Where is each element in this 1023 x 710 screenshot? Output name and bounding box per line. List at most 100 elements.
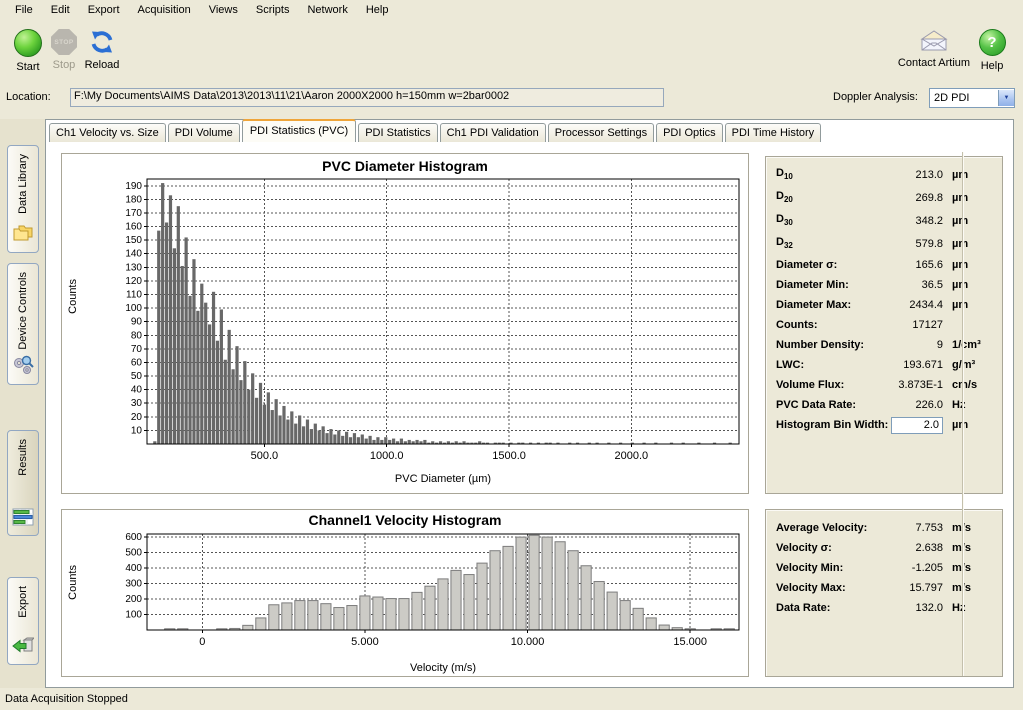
stat-unit: µm — [952, 419, 992, 431]
svg-text:300: 300 — [125, 579, 142, 590]
menu-item-edit[interactable]: Edit — [42, 2, 79, 18]
svg-text:150: 150 — [125, 235, 142, 246]
bar-chart-icon — [12, 508, 34, 529]
stat-unit: m/s — [952, 562, 992, 574]
tab-ch1-velocity-vs-size[interactable]: Ch1 Velocity vs. Size — [49, 123, 166, 142]
contact-artium-button[interactable]: Contact Artium — [893, 29, 975, 69]
stat-value: 2434.4 — [877, 299, 943, 311]
stat-unit: 1/cm³ — [952, 339, 992, 351]
svg-text:50: 50 — [131, 371, 143, 382]
sidebar-item-export[interactable]: Export — [7, 577, 39, 665]
stat-row: Volume Flux:3.873E-1cm/s — [766, 375, 1002, 395]
svg-text:160: 160 — [125, 222, 142, 233]
pvc-statistics-panel: D10213.0µmD20269.8µmD30348.2µmD32579.8µm… — [765, 156, 1003, 494]
stat-unit: µm — [952, 299, 992, 311]
tab-content-area: Ch1 Velocity vs. SizePDI VolumePDI Stati… — [45, 119, 1014, 688]
stat-row: Velocity Min:-1.205m/s — [766, 558, 1002, 578]
folders-icon — [12, 223, 34, 246]
menu-item-network[interactable]: Network — [298, 2, 356, 18]
stat-row: Average Velocity:7.753m/s — [766, 518, 1002, 538]
stat-label: Number Density: — [776, 339, 864, 351]
tab-pdi-statistics-pvc-[interactable]: PDI Statistics (PVC) — [242, 119, 356, 142]
sidebar-item-label: Results — [17, 439, 29, 476]
stat-unit: µm — [952, 238, 992, 250]
stat-unit: µm — [952, 169, 992, 181]
stat-value: 165.6 — [877, 259, 943, 271]
help-icon: ? — [979, 29, 1006, 56]
tab-processor-settings[interactable]: Processor Settings — [548, 123, 654, 142]
svg-text:180: 180 — [125, 194, 142, 205]
stat-label: Diameter Max: — [776, 299, 851, 311]
menu-item-views[interactable]: Views — [200, 2, 247, 18]
menu-item-file[interactable]: File — [6, 2, 42, 18]
stat-unit: µm — [952, 192, 992, 204]
menu-item-scripts[interactable]: Scripts — [247, 2, 299, 18]
svg-text:1500.0: 1500.0 — [492, 450, 526, 462]
x-axis-label: Velocity (m/s) — [147, 662, 739, 674]
help-button[interactable]: ? Help — [972, 29, 1012, 72]
stat-value: 9 — [877, 339, 943, 351]
stat-value: 132.0 — [877, 602, 943, 614]
stat-label: Velocity Min: — [776, 562, 843, 574]
chevron-down-icon[interactable]: ▼ — [998, 90, 1014, 106]
stat-row: D32579.8µm — [766, 232, 1002, 255]
sidebar-item-label: Export — [17, 586, 29, 618]
sidebar-item-device-controls[interactable]: Device Controls — [7, 263, 39, 385]
sidebar-item-label: Data Library — [17, 154, 29, 214]
svg-text:15.000: 15.000 — [673, 636, 707, 648]
svg-text:190: 190 — [125, 181, 142, 192]
start-button[interactable]: Start — [6, 29, 50, 73]
stat-row: Number Density: 9 1/cm³ — [766, 335, 1002, 355]
stat-unit: µm — [952, 259, 992, 271]
stat-unit: m/s — [952, 542, 992, 554]
envelope-icon — [919, 29, 949, 53]
stat-value: 193.671 — [877, 359, 943, 371]
panel-separator — [962, 152, 964, 676]
chart-title: Channel1 Velocity Histogram — [62, 512, 748, 528]
histogram-bin-width-input[interactable] — [891, 417, 943, 434]
velocity-histogram-plot: 10020030040050060005.00010.00015.000 — [62, 510, 748, 674]
stat-unit: Hz — [952, 399, 992, 411]
pvc-diameter-chart-panel: PVC Diameter Histogram Counts 1020304050… — [61, 153, 749, 494]
tab-pdi-time-history[interactable]: PDI Time History — [725, 123, 822, 142]
tab-pdi-optics[interactable]: PDI Optics — [656, 123, 723, 142]
stat-row: Velocity Max:15.797m/s — [766, 578, 1002, 598]
tab-pdi-statistics[interactable]: PDI Statistics — [358, 123, 437, 142]
stat-value: 15.797 — [877, 582, 943, 594]
stat-label: Volume Flux: — [776, 379, 844, 391]
status-text: Data Acquisition Stopped — [5, 693, 128, 705]
stat-label: Diameter σ: — [776, 259, 837, 271]
svg-text:140: 140 — [125, 249, 142, 260]
reload-button-label: Reload — [85, 59, 120, 71]
reload-icon — [89, 29, 115, 55]
stat-value: 17127 — [877, 319, 943, 331]
stat-row: PVC Data Rate:226.0Hz — [766, 395, 1002, 415]
menu-item-acquisition[interactable]: Acquisition — [129, 2, 200, 18]
y-axis-label: Counts — [67, 279, 79, 314]
sidebar-item-results[interactable]: Results — [7, 430, 39, 536]
stop-button[interactable]: STOP Stop — [45, 29, 83, 71]
stat-row: LWC:193.671g/m³ — [766, 355, 1002, 375]
start-button-label: Start — [16, 61, 39, 73]
menu-item-export[interactable]: Export — [79, 2, 129, 18]
doppler-analysis-select[interactable]: 2D PDI ▼ — [929, 88, 1015, 108]
stat-unit: m/s — [952, 522, 992, 534]
svg-text:100: 100 — [125, 610, 142, 621]
stat-row: Data Rate:132.0Hz — [766, 598, 1002, 618]
svg-text:60: 60 — [131, 357, 143, 368]
reload-button[interactable]: Reload — [79, 29, 125, 71]
menu-item-help[interactable]: Help — [357, 2, 398, 18]
location-row: Location: F:\My Documents\AIMS Data\2013… — [0, 84, 1023, 110]
sidebar-item-data-library[interactable]: Data Library — [7, 145, 39, 253]
stat-value: 348.2 — [877, 215, 943, 227]
menu-bar: FileEditExportAcquisitionViewsScriptsNet… — [0, 0, 1023, 19]
stat-value: 213.0 — [877, 169, 943, 181]
stat-label: Average Velocity: — [776, 522, 867, 534]
tab-pdi-volume[interactable]: PDI Volume — [168, 123, 240, 142]
svg-text:20: 20 — [131, 412, 143, 423]
tab-ch1-pdi-validation[interactable]: Ch1 PDI Validation — [440, 123, 546, 142]
svg-text:5.000: 5.000 — [351, 636, 379, 648]
location-field[interactable]: F:\My Documents\AIMS Data\2013\2013\11\2… — [70, 88, 664, 107]
stat-label: PVC Data Rate: — [776, 399, 856, 411]
svg-text:100: 100 — [125, 303, 142, 314]
